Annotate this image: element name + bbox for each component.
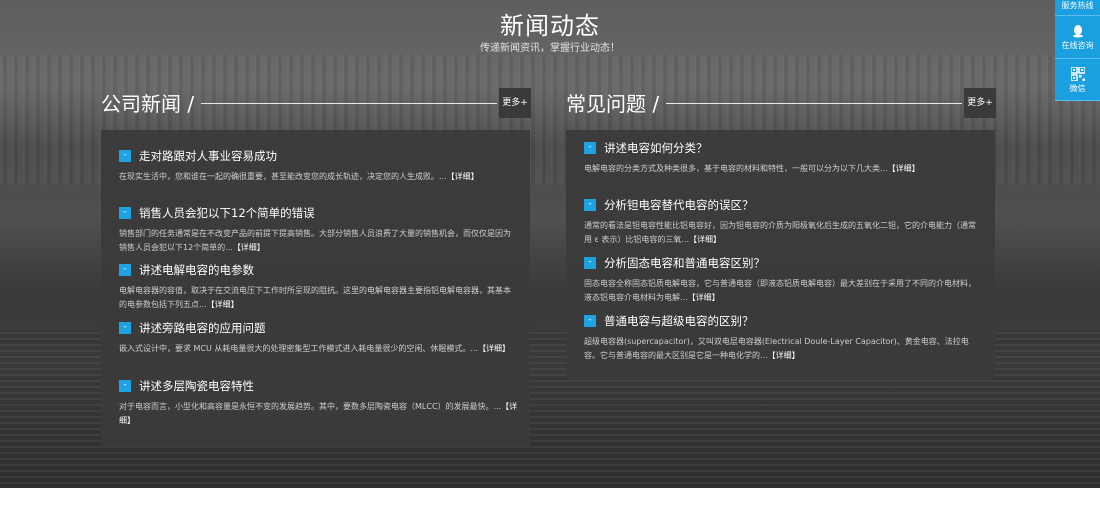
news-item-desc: 对于电容而言，小型化和高容量是永恒不变的发展趋势。其中，要数多层陶瓷电容（MLC… [119, 402, 502, 411]
news-item-desc: 在现实生活中，您和谁在一起的确很重要，甚至能改变您的成长轨迹，决定您的人生成败。… [119, 172, 447, 181]
bullet-icon: - [119, 150, 131, 162]
faq-item[interactable]: - 讲述电容如何分类？ 电解电容的分类方式及种类很多，基于电容的材料和特性，一般可… [584, 140, 983, 176]
service-hotline-button[interactable]: 服务热线 [1055, 0, 1100, 16]
news-item[interactable]: - 讲述多层陶瓷电容特性 对于电容而言，小型化和高容量是永恒不变的发展趋势。其中，… [119, 378, 518, 428]
bullet-icon: - [119, 207, 131, 219]
divider [201, 103, 497, 104]
news-item-desc: 嵌入式设计中，要求 MCU 从耗电量很大的处理密集型工作模式进入耗电量很少的空闲… [119, 344, 479, 353]
news-item[interactable]: - 讲述电解电容的电参数 电解电容器的容值，取决于在交流电压下工作时所呈现的阻抗。… [119, 262, 518, 312]
faq-title: 常见问题 / [566, 92, 660, 116]
detail-link[interactable]: 【详细】 [233, 243, 265, 252]
detail-link[interactable]: 【详细】 [688, 293, 720, 302]
faq-item-title[interactable]: 讲述电容如何分类？ [604, 140, 708, 156]
floating-service-bar: 服务热线 在线咨询 微信 [1055, 0, 1100, 101]
news-item-desc: 电解电容器的容值，取决于在交流电压下工作时所呈现的阻抗。这里的电解电容器主要指铝… [119, 286, 511, 309]
detail-link[interactable]: 【详细】 [689, 235, 721, 244]
faq-item-title[interactable]: 普通电容与超级电容的区别？ [604, 313, 754, 329]
news-item[interactable]: - 讲述旁路电容的应用问题 嵌入式设计中，要求 MCU 从耗电量很大的处理密集型工… [119, 320, 518, 356]
bullet-icon: - [584, 315, 596, 327]
news-item-title[interactable]: 走对路跟对人事业容易成功 [139, 148, 277, 164]
faq-item-desc: 固态电容全称固态铝质电解电容，它与普通电容（即液态铝质电解电容）最大差别在于采用… [584, 279, 976, 302]
wechat-button[interactable]: 微信 [1055, 59, 1100, 101]
faq-item-desc: 电解电容的分类方式及种类很多，基于电容的材料和特性，一般可以分为以下几大类... [584, 164, 888, 173]
news-item-desc: 销售部门的任务通常是在不改变产品的前提下提高销售。大部分销售人员浪费了大量的销售… [119, 229, 511, 252]
faq-item-title[interactable]: 分析钽电容替代电容的误区？ [604, 197, 754, 213]
detail-link[interactable]: 【详细】 [447, 172, 479, 181]
company-news-panel: - 走对路跟对人事业容易成功 在现实生活中，您和谁在一起的确很重要，甚至能改变您的… [101, 130, 530, 446]
section-title: 新闻动态 [500, 12, 600, 40]
bullet-icon: - [584, 199, 596, 211]
bullet-icon: - [119, 380, 131, 392]
detail-link[interactable]: 【详细】 [768, 351, 800, 360]
company-news-title: 公司新闻 / [101, 92, 195, 116]
bullet-icon: - [119, 264, 131, 276]
news-item-title[interactable]: 销售人员会犯以下12个简单的错误 [139, 205, 315, 221]
divider [666, 103, 962, 104]
bullet-icon: - [119, 322, 131, 334]
news-item-title[interactable]: 讲述旁路电容的应用问题 [139, 320, 266, 336]
faq-item-desc: 通常的看法是钽电容性能比铝电容好，因为钽电容的介质为阳极氧化后生成的五氧化二钽，… [584, 221, 976, 244]
news-item-title[interactable]: 讲述多层陶瓷电容特性 [139, 378, 254, 394]
news-item[interactable]: - 走对路跟对人事业容易成功 在现实生活中，您和谁在一起的确很重要，甚至能改变您的… [119, 148, 518, 184]
faq-item[interactable]: - 分析固态电容和普通电容区别？ 固态电容全称固态铝质电解电容，它与普通电容（即液… [584, 255, 983, 305]
wechat-label: 微信 [1069, 84, 1086, 93]
faq-item[interactable]: - 分析钽电容替代电容的误区？ 通常的看法是钽电容性能比铝电容好，因为钽电容的介质… [584, 197, 983, 247]
qq-icon [1072, 25, 1083, 38]
news-item[interactable]: - 销售人员会犯以下12个简单的错误 销售部门的任务通常是在不改变产品的前提下提高… [119, 205, 518, 255]
bullet-icon: - [584, 142, 596, 154]
bullet-icon: - [584, 257, 596, 269]
detail-link[interactable]: 【详细】 [207, 300, 239, 309]
qr-code-icon [1070, 67, 1085, 81]
company-news-header: 公司新闻 / 更多+ [101, 88, 531, 118]
faq-item-title[interactable]: 分析固态电容和普通电容区别？ [604, 255, 765, 271]
faq-panel: - 讲述电容如何分类？ 电解电容的分类方式及种类很多，基于电容的材料和特性，一般可… [566, 130, 995, 380]
company-news-more-link[interactable]: 更多+ [499, 88, 531, 118]
faq-item[interactable]: - 普通电容与超级电容的区别？ 超级电容器(supercapacitor)，又叫双… [584, 313, 983, 363]
online-consult-label: 在线咨询 [1061, 41, 1094, 50]
faq-more-link[interactable]: 更多+ [964, 88, 996, 118]
online-consult-button[interactable]: 在线咨询 [1055, 16, 1100, 59]
detail-link[interactable]: 【详细】 [888, 164, 920, 173]
news-item-title[interactable]: 讲述电解电容的电参数 [139, 262, 254, 278]
section-subtitle: 传递新闻资讯，掌握行业动态！ [480, 43, 620, 54]
detail-link[interactable]: 【详细】 [478, 344, 510, 353]
faq-header: 常见问题 / 更多+ [566, 88, 996, 118]
